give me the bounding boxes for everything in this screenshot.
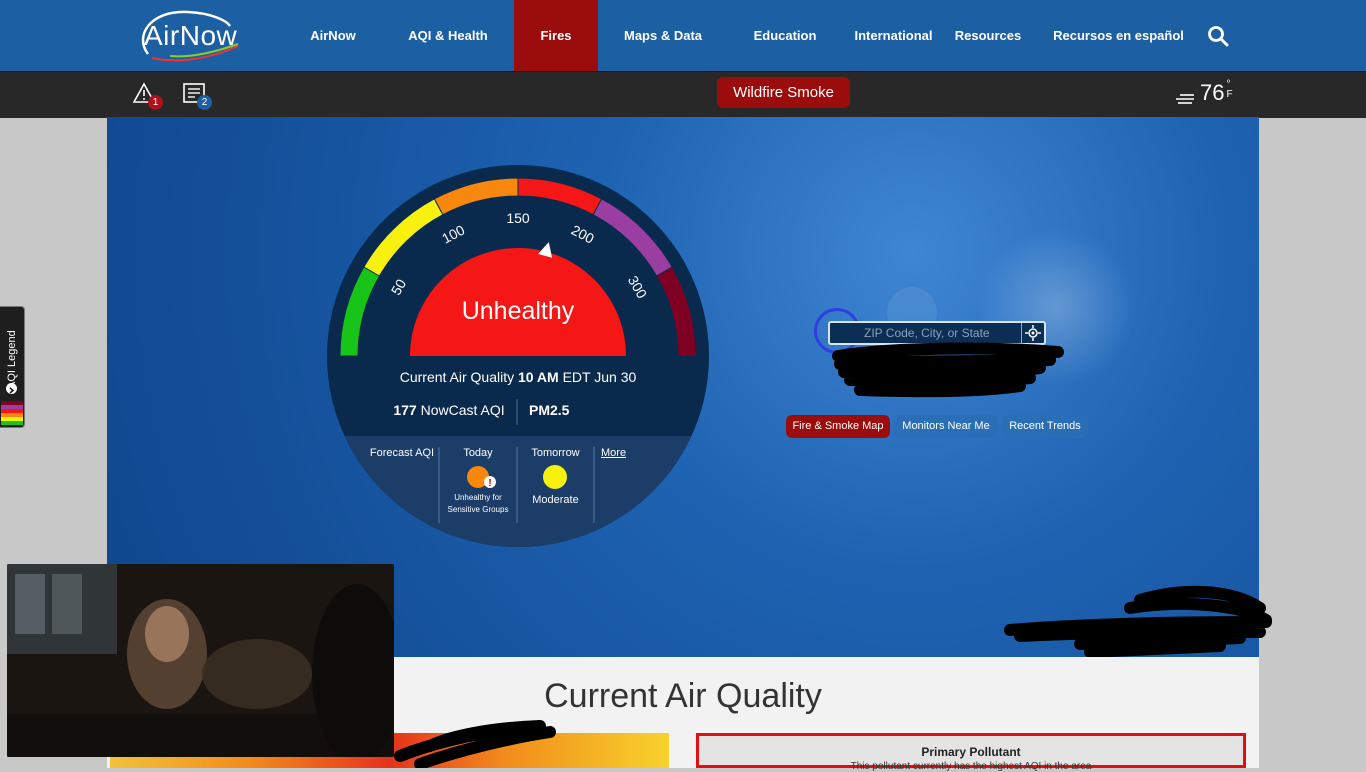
nav-fires[interactable]: Fires <box>514 0 598 71</box>
search-icon[interactable] <box>1206 24 1230 48</box>
nav-education[interactable]: Education <box>741 0 829 71</box>
nav-resources[interactable]: Resources <box>950 0 1026 71</box>
redaction-scribble <box>1004 585 1272 658</box>
fire-smoke-map-button[interactable]: Fire & Smoke Map <box>786 415 890 438</box>
monitors-near-me-button[interactable]: Monitors Near Me <box>894 415 998 438</box>
pollutant-label: PM2.5 <box>529 402 570 418</box>
nowcast-readout: 177 NowCast AQI <box>385 402 513 418</box>
tomorrow-category: Moderate <box>532 494 579 506</box>
recent-trends-button[interactable]: Recent Trends <box>1002 415 1088 438</box>
temperature-value: 76 <box>1200 80 1225 105</box>
primary-pollutant-description: This pollutant currently has the highest… <box>850 761 1092 772</box>
redaction-scribble <box>394 720 556 768</box>
nav-maps-data[interactable]: Maps & Data <box>613 0 713 71</box>
nowcast-value: 177 <box>393 402 417 418</box>
current-date: EDT Jun 30 <box>562 369 637 385</box>
top-navigation: AirNow AirNow AQI & Health Fires Maps & … <box>0 0 1366 71</box>
aqi-color-swatches <box>1 401 23 425</box>
nav-international[interactable]: International <box>848 0 939 71</box>
weather-readout: 76 °F <box>1176 80 1234 106</box>
aqi-legend-label: AQI Legend <box>6 330 18 389</box>
forecast-aqi-label: Forecast AQI <box>369 447 435 459</box>
video-frame <box>7 564 394 757</box>
airnow-logo[interactable]: AirNow <box>130 6 242 66</box>
more-forecast-link[interactable]: More <box>601 447 626 459</box>
current-air-quality-label: Current Air Quality <box>399 369 515 385</box>
aqi-category-label: Unhealthy <box>461 297 575 325</box>
alert-count-badge: 1 <box>148 95 163 110</box>
wildfire-smoke-button[interactable]: Wildfire Smoke <box>717 77 850 108</box>
tomorrow-forecast-dot <box>543 465 567 489</box>
current-air-quality-line: Current Air Quality 10 AM EDT Jun 30 <box>325 369 711 385</box>
aqi-gauge: 50 100 150 200 300 ! Unhealthy Current Air Q… <box>325 163 711 549</box>
caution-icon-mark: ! <box>488 478 491 489</box>
picture-in-picture-video[interactable] <box>7 564 394 757</box>
fire-smoke-map-label: Fire & Smoke Map <box>792 420 884 432</box>
today-category: Unhealthy for Sensitive Groups <box>447 493 509 514</box>
current-time: 10 AM <box>517 369 559 385</box>
redaction-scribble <box>832 342 1064 398</box>
aqi-legend-tab[interactable]: AQI Legend <box>0 306 25 428</box>
logo-text: AirNow <box>144 20 238 51</box>
zip-code-input[interactable] <box>830 323 1022 343</box>
haze-icon <box>1176 87 1196 104</box>
news-count-badge: 2 <box>197 95 212 110</box>
nav-airnow[interactable]: AirNow <box>296 0 370 71</box>
today-label: Today <box>463 447 493 459</box>
gauge-tick-label: 150 <box>506 210 530 226</box>
chevron-right-icon <box>6 383 17 394</box>
primary-pollutant-card: Primary Pollutant This pollutant current… <box>696 733 1246 772</box>
nowcast-label: NowCast AQI <box>420 402 505 418</box>
nav-aqi-health[interactable]: AQI & Health <box>397 0 499 71</box>
nav-recursos-espanol[interactable]: Recursos en español <box>1052 0 1185 71</box>
tomorrow-label: Tomorrow <box>531 447 580 459</box>
recent-trends-label: Recent Trends <box>1009 420 1081 432</box>
primary-pollutant-title: Primary Pollutant <box>921 745 1021 759</box>
temperature-unit: °F <box>1226 79 1233 100</box>
monitors-near-me-label: Monitors Near Me <box>902 420 990 432</box>
geolocate-icon[interactable] <box>1021 323 1044 343</box>
aqi-gauge-svg: 50100150200300 ! <box>327 165 709 547</box>
